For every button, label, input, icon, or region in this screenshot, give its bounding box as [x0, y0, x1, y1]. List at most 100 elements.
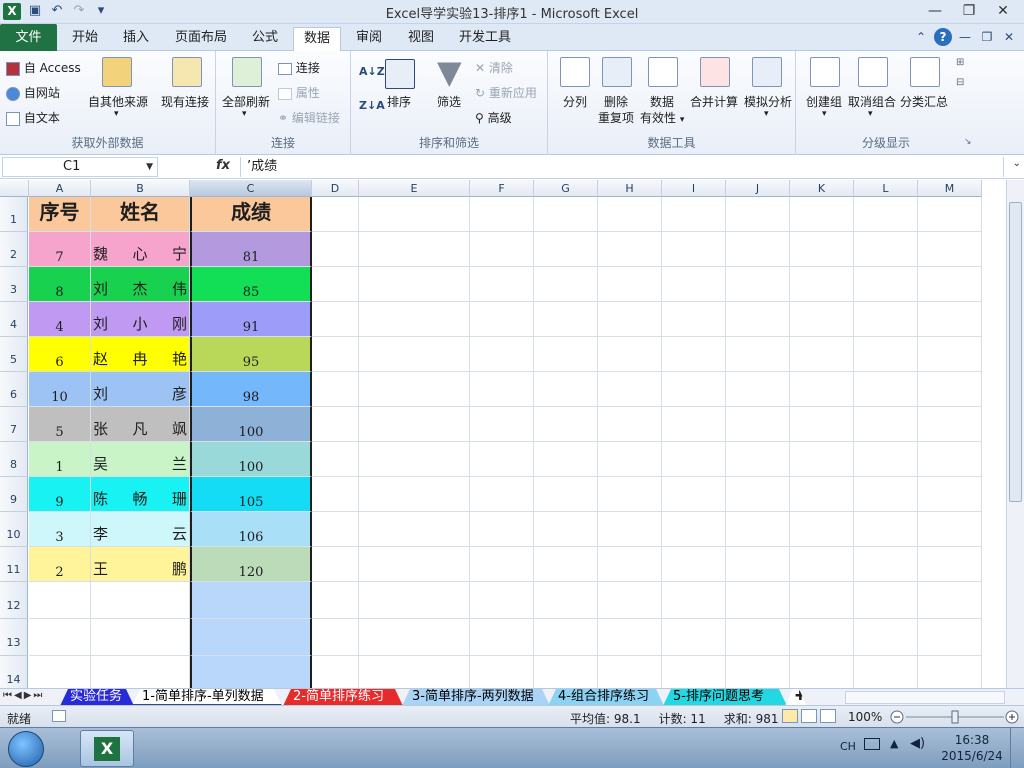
grid-cell[interactable] [662, 302, 726, 337]
grid-cell[interactable] [470, 232, 534, 267]
grid-cell[interactable] [312, 267, 359, 302]
grid-cell[interactable] [854, 197, 918, 232]
grid-cell[interactable] [726, 442, 790, 477]
grid-cell[interactable] [598, 512, 662, 547]
grid-cell[interactable] [312, 512, 359, 547]
score-cell-empty[interactable] [190, 619, 312, 656]
collapse-ribbon-icon[interactable]: ⌃ [912, 28, 930, 46]
grid-cell[interactable] [359, 372, 470, 407]
start-button[interactable] [8, 731, 44, 767]
zoom-level[interactable]: 100% [848, 710, 882, 724]
column-header-f[interactable]: F [470, 180, 534, 197]
vertical-scrollbar[interactable] [1006, 180, 1024, 688]
name-cell[interactable]: 赵冉艳 [91, 337, 190, 372]
grid-cell[interactable] [598, 407, 662, 442]
row-header-2[interactable]: 2 [0, 232, 28, 267]
score-cell[interactable]: 81 [190, 232, 312, 267]
grid-cell[interactable] [598, 442, 662, 477]
empty-cell[interactable] [29, 582, 91, 619]
score-cell[interactable]: 100 [190, 407, 312, 442]
properties-button[interactable]: 属性 [278, 84, 320, 101]
grid-cell[interactable] [726, 302, 790, 337]
grid-cell[interactable] [312, 197, 359, 232]
group-dropdown-icon[interactable]: ▾ [822, 109, 827, 119]
row-header-11[interactable]: 11 [0, 547, 28, 582]
close-button[interactable]: ✕ [986, 0, 1020, 22]
grid-cell[interactable] [470, 582, 534, 619]
column-header-k[interactable]: K [790, 180, 854, 197]
grid-cell[interactable] [854, 619, 918, 656]
what-if-dropdown-icon[interactable]: ▾ [764, 109, 769, 119]
tab-file[interactable]: 文件 [0, 24, 57, 51]
grid-cell[interactable] [534, 477, 598, 512]
grid-cell[interactable] [598, 232, 662, 267]
advanced-filter-button[interactable]: ⚲ 高级 [475, 109, 512, 126]
grid-cell[interactable] [790, 197, 854, 232]
grid-cell[interactable] [359, 619, 470, 656]
grid-cell[interactable] [534, 337, 598, 372]
grid-cell[interactable] [726, 372, 790, 407]
grid-cell[interactable] [662, 372, 726, 407]
taskbar-excel-button[interactable]: X [80, 730, 134, 767]
grid-cell[interactable] [726, 547, 790, 582]
column-header-m[interactable]: M [918, 180, 982, 197]
grid-cell[interactable] [312, 619, 359, 656]
text-to-columns-button[interactable]: 分列 [563, 93, 587, 110]
grid-cell[interactable] [359, 407, 470, 442]
name-cell[interactable]: 王鹏 [91, 547, 190, 582]
grid-cell[interactable] [918, 302, 982, 337]
grid-cell[interactable] [662, 337, 726, 372]
grid-cell[interactable] [598, 302, 662, 337]
name-cell[interactable]: 张凡飒 [91, 407, 190, 442]
header-seq-cell[interactable]: 序号 [29, 197, 91, 232]
tab-review[interactable]: 审阅 [348, 27, 390, 51]
grid-cell[interactable] [359, 337, 470, 372]
grid-cell[interactable] [312, 582, 359, 619]
name-cell[interactable]: 刘杰伟 [91, 267, 190, 302]
doc-close-icon[interactable]: ✕ [1000, 28, 1018, 46]
grid-cell[interactable] [790, 302, 854, 337]
row-header-9[interactable]: 9 [0, 477, 28, 512]
page-layout-view-icon[interactable] [801, 709, 817, 723]
grid-cell[interactable] [662, 477, 726, 512]
empty-cell[interactable] [91, 619, 190, 656]
grid-cell[interactable] [918, 337, 982, 372]
header-score-cell[interactable]: 成绩 [190, 197, 312, 232]
grid-cell[interactable] [470, 512, 534, 547]
grid-cell[interactable] [854, 656, 918, 688]
grid-cell[interactable] [312, 656, 359, 688]
grid-cell[interactable] [470, 656, 534, 688]
grid-cell[interactable] [790, 442, 854, 477]
empty-cell[interactable] [91, 656, 190, 688]
grid-cell[interactable] [662, 547, 726, 582]
grid-cell[interactable] [790, 477, 854, 512]
other-sources-button[interactable]: 自其他来源 [88, 93, 148, 110]
sheet-tab[interactable]: 5-排序问题思考 [663, 689, 787, 706]
from-text-button[interactable]: 自文本 [6, 109, 60, 126]
grid-cell[interactable] [470, 442, 534, 477]
grid-cell[interactable] [534, 267, 598, 302]
grid-cell[interactable] [312, 232, 359, 267]
taskbar-clock[interactable]: 16:38 2015/6/24 [940, 732, 1004, 764]
grid-cell[interactable] [726, 232, 790, 267]
grid-cell[interactable] [726, 656, 790, 688]
grid-cell[interactable] [918, 232, 982, 267]
grid-cell[interactable] [470, 337, 534, 372]
score-cell[interactable]: 85 [190, 267, 312, 302]
grid-cell[interactable] [726, 407, 790, 442]
doc-minimize-icon[interactable]: — [956, 28, 974, 46]
name-cell[interactable]: 魏心宁 [91, 232, 190, 267]
grid-cell[interactable] [790, 547, 854, 582]
sheet-tab[interactable]: 2-简单排序练习 [283, 689, 403, 706]
column-header-b[interactable]: B [91, 180, 190, 197]
grid-cell[interactable] [359, 582, 470, 619]
score-cell-empty[interactable] [190, 582, 312, 619]
normal-view-icon[interactable] [782, 709, 798, 723]
column-header-a[interactable]: A [29, 180, 91, 197]
refresh-dropdown-icon[interactable]: ▾ [242, 109, 247, 119]
from-web-button[interactable]: 自网站 [6, 84, 60, 101]
grid-cell[interactable] [470, 477, 534, 512]
grid-cell[interactable] [534, 582, 598, 619]
grid-cell[interactable] [312, 337, 359, 372]
hide-detail-icon[interactable]: ⊟ [956, 77, 964, 88]
